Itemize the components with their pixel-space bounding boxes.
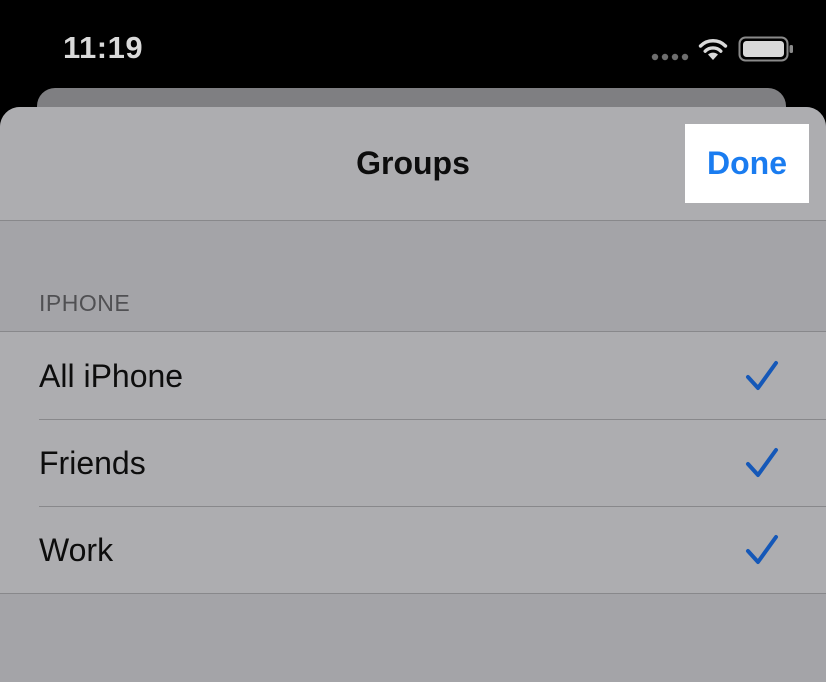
checkmark-icon <box>746 361 778 390</box>
cellular-signal-icon <box>651 53 689 61</box>
group-item-work[interactable]: Work <box>0 506 826 593</box>
checkmark-icon <box>746 535 778 564</box>
group-item-label: Friends <box>39 445 146 481</box>
battery-icon <box>738 36 793 62</box>
groups-sheet: Groups Done IPHONE All iPhone Friends Wo… <box>0 107 826 682</box>
group-item-all-iphone[interactable]: All iPhone <box>0 332 826 419</box>
section-header: IPHONE <box>39 290 131 316</box>
wifi-icon <box>698 39 728 60</box>
navigation-bar: Groups Done <box>0 107 826 221</box>
screen: 11:19 Groups Done IPHONE All iPhone Frie… <box>0 0 826 682</box>
checkmark-icon <box>746 448 778 477</box>
groups-list: All iPhone Friends Work <box>0 331 826 594</box>
group-item-label: Work <box>39 532 114 568</box>
group-item-label: All iPhone <box>39 358 184 394</box>
group-item-friends[interactable]: Friends <box>0 419 826 506</box>
done-button[interactable]: Done <box>685 124 809 203</box>
status-time: 11:19 <box>63 30 144 65</box>
